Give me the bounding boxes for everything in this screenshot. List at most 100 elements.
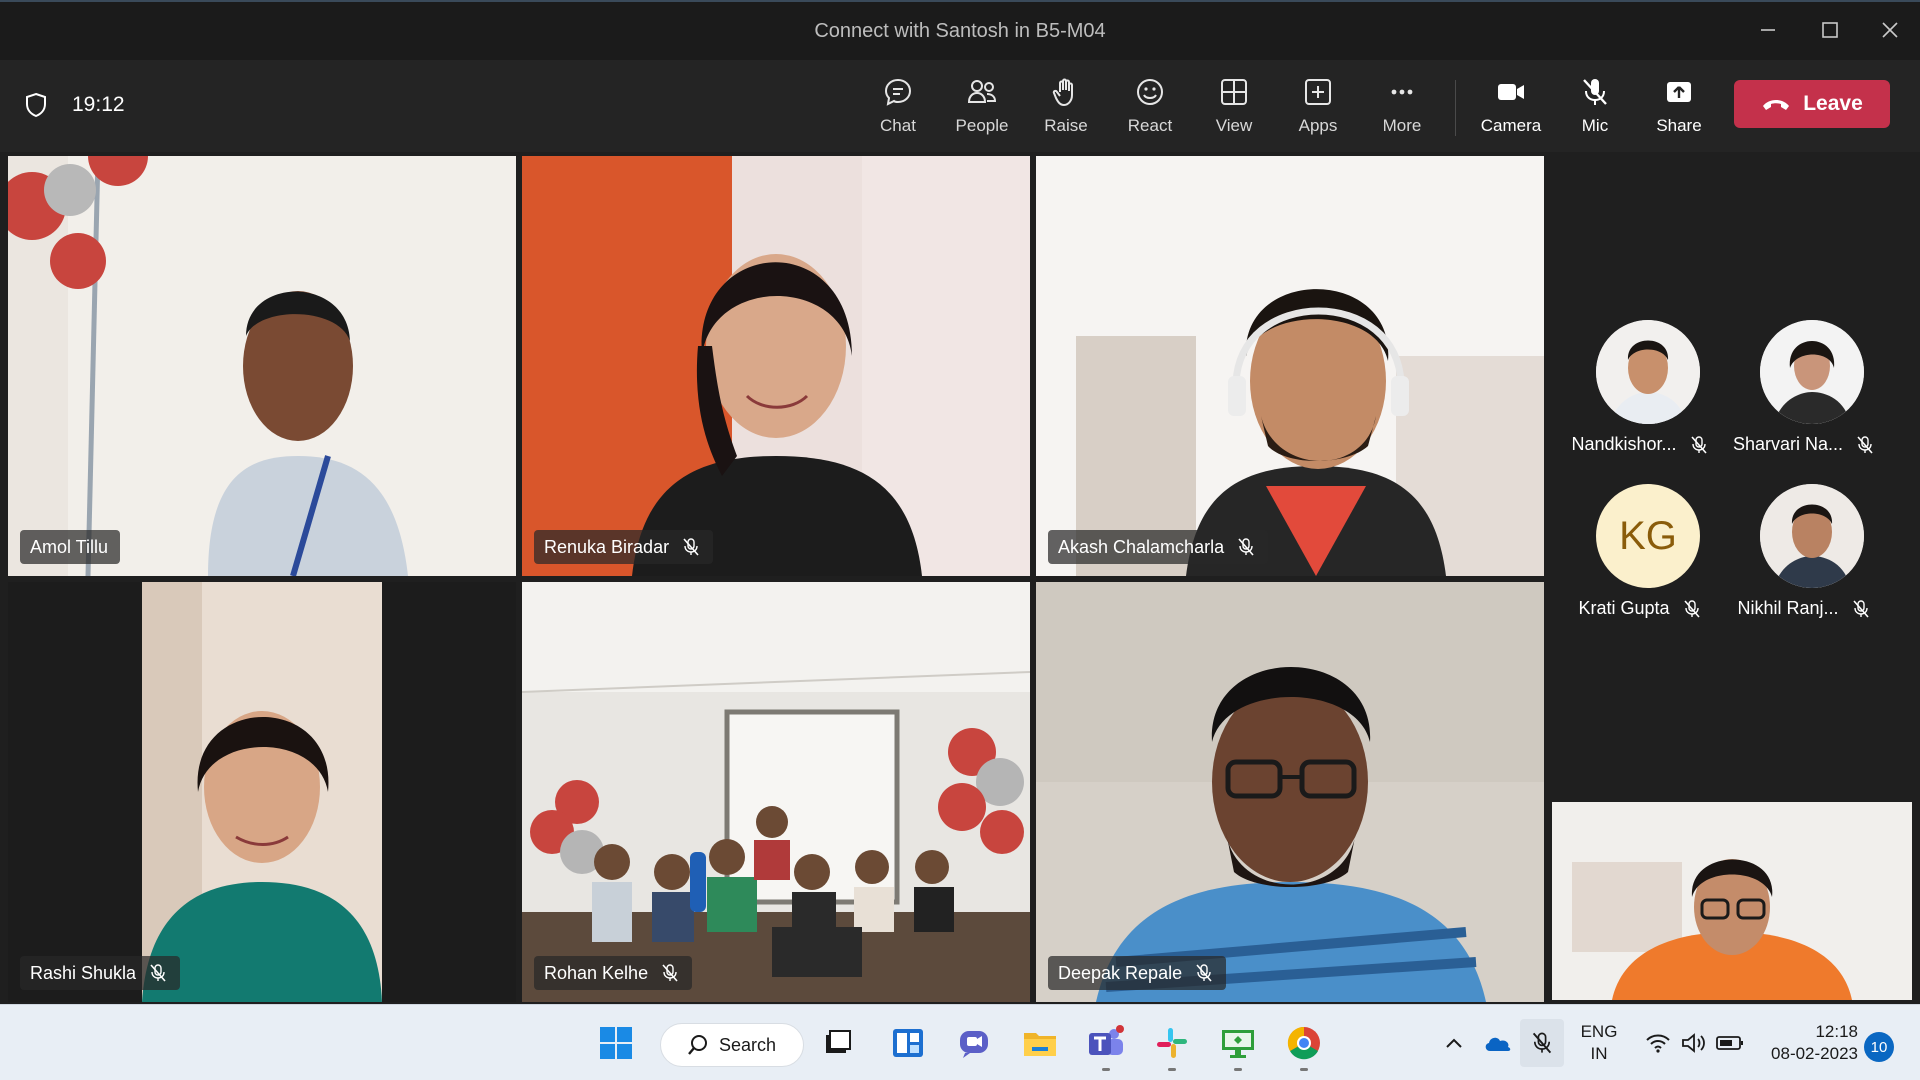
share-button[interactable]: Share [1641, 72, 1717, 144]
search-label: Search [719, 1034, 777, 1055]
roster-participant[interactable]: Sharvari Na... [1724, 320, 1884, 470]
task-view-button[interactable] [814, 1019, 862, 1067]
self-view-tile[interactable] [1552, 802, 1912, 1000]
raise-hand-icon [1052, 78, 1073, 106]
participant-name: Krati Gupta [1578, 598, 1670, 618]
widgets-icon [893, 1029, 923, 1057]
mic-off-icon [148, 963, 168, 983]
running-indicator [1168, 1068, 1176, 1071]
leave-button[interactable]: Leave [1734, 80, 1890, 128]
participant-video [1036, 156, 1544, 576]
onedrive-button[interactable] [1478, 1019, 1518, 1067]
chrome-button[interactable] [1280, 1019, 1328, 1071]
mic-tray-button[interactable] [1520, 1019, 1564, 1067]
participant-video [8, 582, 516, 1002]
wifi-status[interactable] [1640, 1019, 1676, 1067]
meeting-stage: Amol Tillu Renuka Biradar Akash Chalamch… [0, 152, 1920, 1004]
taskbar-search[interactable]: Search [660, 1023, 804, 1067]
avatar [1760, 484, 1864, 588]
start-button[interactable] [592, 1019, 640, 1067]
avatar [1596, 320, 1700, 424]
slack-icon [1157, 1028, 1187, 1058]
notification-badge[interactable]: 10 [1864, 1032, 1894, 1062]
camera-icon [1498, 84, 1524, 100]
mic-button[interactable]: Mic [1557, 72, 1633, 144]
clock[interactable]: 12:18 08-02-2023 [1752, 1021, 1858, 1065]
mic-off-icon [1851, 599, 1871, 619]
roster-name: Nikhil Ranj... [1724, 598, 1884, 619]
more-button[interactable]: More [1364, 72, 1440, 144]
chrome-icon [1287, 1026, 1320, 1060]
video-tile[interactable]: Amol Tillu [8, 156, 516, 576]
people-button[interactable]: People [944, 72, 1020, 144]
participant-name-badge: Renuka Biradar [534, 530, 714, 564]
teams-chat-button[interactable] [950, 1019, 998, 1067]
video-tile[interactable]: Renuka Biradar [522, 156, 1030, 576]
participant-name-badge: Rashi Shukla [20, 956, 181, 990]
minimize-icon[interactable] [1740, 10, 1796, 50]
apps-icon [1305, 79, 1331, 105]
volume-status[interactable] [1676, 1019, 1712, 1067]
chat-label: Chat [880, 116, 916, 135]
people-icon [967, 80, 997, 103]
chat-app-icon [960, 1031, 988, 1058]
maximize-icon[interactable] [1802, 10, 1858, 50]
apps-label: Apps [1298, 116, 1338, 135]
clock-date: 08-02-2023 [1771, 1044, 1858, 1063]
show-hidden-icons-button[interactable] [1438, 1019, 1470, 1067]
video-tile[interactable]: Deepak Repale [1036, 582, 1544, 1002]
roster-name: Krati Gupta [1560, 598, 1720, 619]
video-tile[interactable]: Rashi Shukla [8, 582, 516, 1002]
view-label: View [1215, 116, 1253, 135]
mic-off-icon [1532, 1032, 1552, 1054]
teams-app-button[interactable] [1082, 1019, 1130, 1071]
teams-icon [1089, 1025, 1124, 1055]
participant-name: Amol Tillu [30, 536, 109, 557]
file-explorer-button[interactable] [1016, 1019, 1064, 1067]
roster-participant[interactable]: Nikhil Ranj... [1724, 484, 1884, 634]
mic-off-icon [1682, 599, 1702, 619]
close-icon[interactable] [1862, 10, 1918, 50]
participant-video [8, 156, 516, 576]
taskbar: Search ENG IN 12:18 08-02-2023 10 [0, 1004, 1920, 1080]
participant-name: Deepak Repale [1058, 962, 1183, 983]
view-button[interactable]: View [1196, 72, 1272, 144]
video-tile[interactable]: Rohan Kelhe [522, 582, 1030, 1002]
share-icon [1667, 82, 1691, 102]
remote-desktop-icon [1222, 1030, 1254, 1058]
mic-off-icon [1236, 537, 1256, 557]
task-view-icon [826, 1030, 851, 1053]
chat-button[interactable]: Chat [860, 72, 936, 144]
language-label: ENG [1580, 1022, 1618, 1041]
raise-hand-button[interactable]: Raise [1028, 72, 1104, 144]
window-title: Connect with Santosh in B5-M04 [814, 20, 1106, 42]
mic-off-icon [1194, 963, 1214, 983]
mic-label: Mic [1581, 116, 1609, 135]
roster-name: Nandkishor... [1560, 434, 1720, 455]
chevron-up-icon [1446, 1038, 1462, 1048]
input-language-indicator[interactable]: ENG IN [1574, 1021, 1624, 1065]
slack-button[interactable] [1148, 1019, 1196, 1071]
remote-desktop-button[interactable] [1214, 1019, 1262, 1071]
widgets-button[interactable] [884, 1019, 932, 1067]
participant-video [1036, 582, 1544, 1002]
title-bar: Connect with Santosh in B5-M04 [0, 0, 1920, 60]
mic-off-icon [1689, 435, 1709, 455]
battery-status[interactable] [1712, 1019, 1748, 1067]
participant-name: Sharvari Na... [1732, 434, 1844, 454]
video-tile[interactable]: Akash Chalamcharla [1036, 156, 1544, 576]
chat-icon [884, 78, 912, 106]
apps-button[interactable]: Apps [1280, 72, 1356, 144]
shield-icon [26, 92, 46, 118]
camera-button[interactable]: Camera [1473, 72, 1549, 144]
region-label: IN [1590, 1044, 1608, 1063]
participant-name: Renuka Biradar [544, 536, 670, 557]
cloud-icon [1485, 1037, 1511, 1051]
roster-participant[interactable]: Nandkishor... [1560, 320, 1720, 470]
participant-name-badge: Akash Chalamcharla [1048, 530, 1269, 564]
avatar: KG [1596, 484, 1700, 588]
react-button[interactable]: React [1112, 72, 1188, 144]
volume-icon [1682, 1033, 1705, 1053]
roster-name: Sharvari Na... [1724, 434, 1884, 455]
roster-participant[interactable]: KG Krati Gupta [1560, 484, 1720, 634]
